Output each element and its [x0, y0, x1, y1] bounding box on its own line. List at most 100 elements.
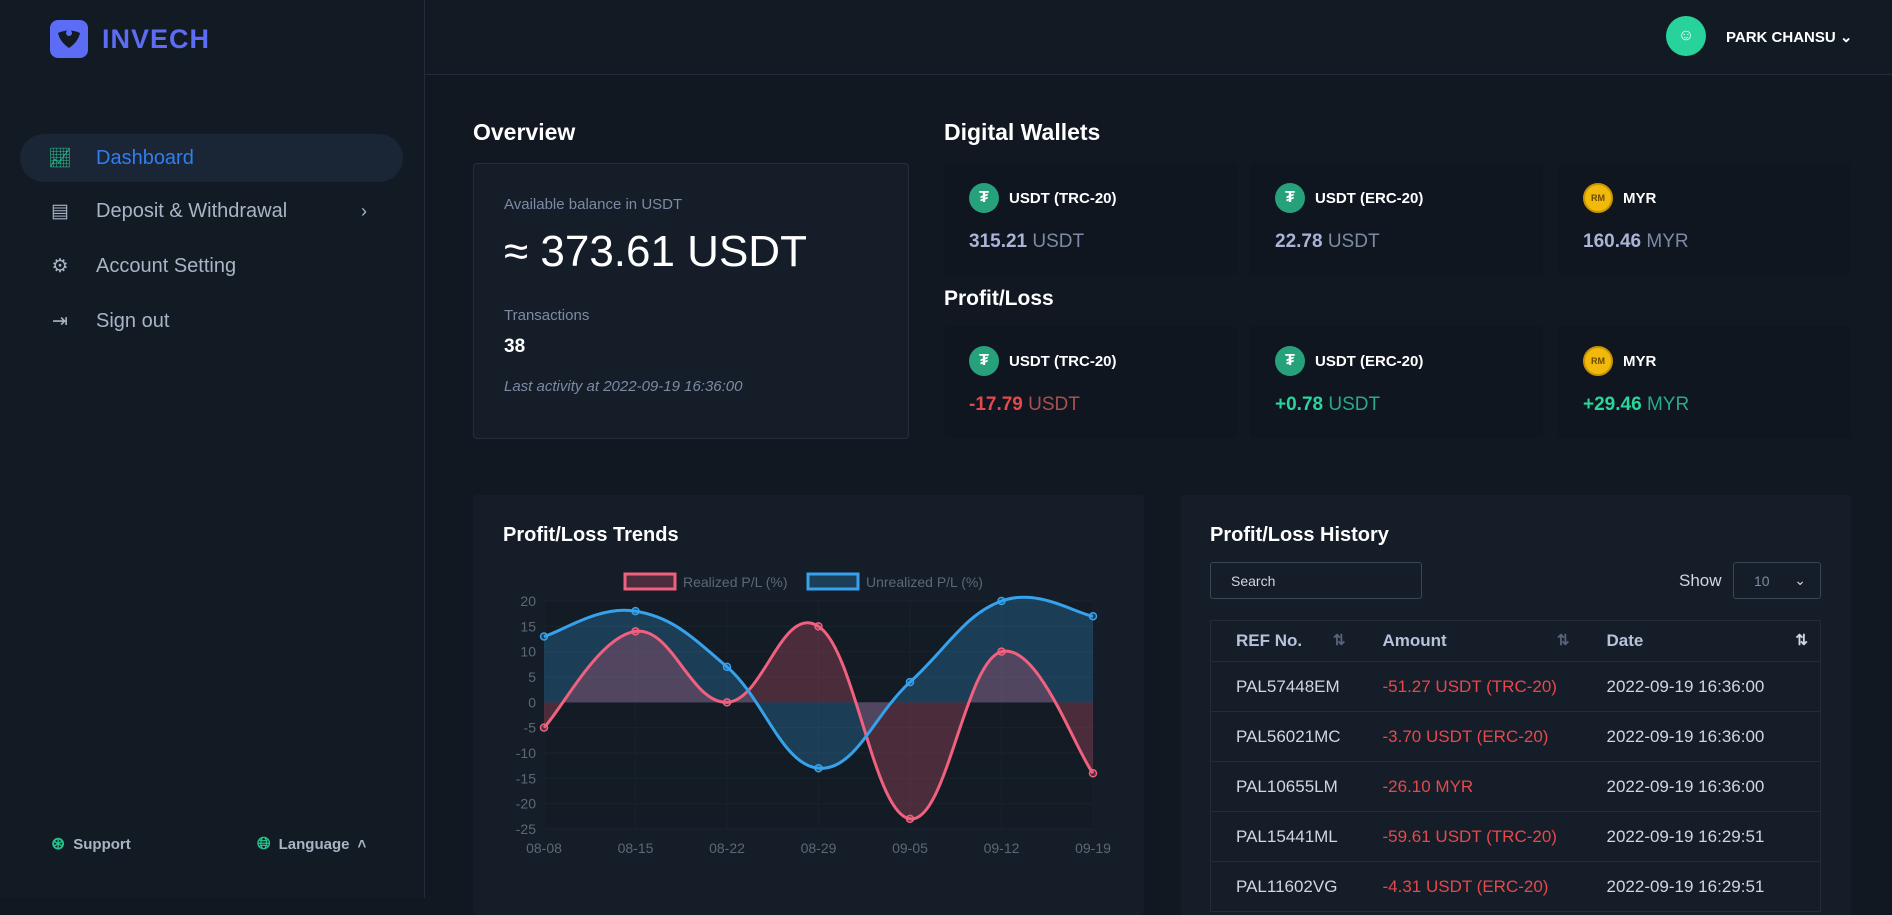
table-row[interactable]: PAL10655LM -26.10 MYR 2022-09-19 16:36:00 [1210, 761, 1821, 812]
sidebar: INVECH 📈︎ Dashboard ▤ Deposit & Withdrawal… [0, 0, 425, 898]
currency-name: MYR [1623, 189, 1657, 207]
table-row[interactable]: PAL56021MC -3.70 USDT (ERC-20) 2022-09-19 … [1210, 711, 1821, 762]
wallet-name-row: ₮ USDT (ERC-20) [1275, 346, 1518, 376]
sidebar-item-account-setting[interactable]: ⚙ Account Setting [20, 242, 403, 290]
nav-label: Sign out [96, 309, 170, 332]
data-point[interactable] [631, 627, 640, 636]
amount-unit: USDT [1327, 231, 1380, 252]
x-tick-label: 08-08 [526, 840, 562, 856]
y-tick-label: -25 [516, 821, 536, 837]
y-tick-label: -10 [516, 745, 536, 761]
data-point[interactable] [905, 814, 915, 824]
data-point[interactable] [539, 632, 549, 641]
date-cell: 2022-09-19 16:29:51 [1581, 861, 1821, 912]
data-point[interactable] [631, 606, 640, 616]
column-label: Amount [1382, 631, 1447, 650]
legend-swatch[interactable] [623, 572, 677, 591]
x-tick-label: 08-15 [618, 840, 654, 856]
amount-cell: -4.31 USDT (ERC-20) [1357, 861, 1582, 912]
tether-icon: ₮ [1275, 183, 1305, 213]
data-point[interactable] [722, 662, 732, 672]
data-point[interactable] [539, 723, 549, 732]
gear-icon: ⚙ [51, 255, 69, 277]
legend-swatch[interactable] [806, 572, 860, 591]
sort-icon: ⇅ [1556, 632, 1570, 649]
amount: -17.79 USDT [969, 394, 1212, 416]
sign-out-icon: ⇥ [52, 310, 68, 332]
column-label: Date [1606, 631, 1644, 650]
amount: 22.78 USDT [1275, 231, 1518, 253]
cash-register-icon: ▤ [51, 200, 69, 222]
balance-value: ≈ 373.61 USDT [504, 227, 807, 276]
sidebar-item-dashboard[interactable]: 📈︎ Dashboard [20, 134, 403, 182]
data-point[interactable] [997, 647, 1006, 656]
language-label: Language [278, 835, 350, 853]
support-link[interactable]: ⊛ Support [51, 834, 131, 854]
tether-icon: ₮ [1275, 346, 1305, 376]
amount-value: 160.46 [1583, 231, 1642, 252]
wallet-name-row: ₮ USDT (TRC-20) [969, 346, 1212, 376]
table-row[interactable]: PAL57448EM -51.27 USDT (TRC-20) 2022-09-19… [1210, 661, 1821, 712]
legend-label[interactable]: Realized P/L (%) [683, 574, 788, 590]
nav-label: Dashboard [96, 146, 194, 169]
amount-value: 22.78 [1275, 231, 1323, 252]
chevron-up-icon: ˄ [357, 835, 367, 853]
user-menu[interactable]: PARK CHANSU ⌄ [1726, 28, 1852, 46]
search-input[interactable] [1210, 562, 1422, 599]
history-table: REF No. ⇅ Amount ⇅ Date ⇅ PAL57448EM -51.27 … [1210, 620, 1821, 912]
column-ref[interactable]: REF No. ⇅ [1210, 620, 1358, 662]
currency-name: USDT (ERC-20) [1315, 189, 1424, 207]
page-size-select[interactable]: 10 ⌄ [1733, 562, 1821, 599]
y-tick-label: -5 [524, 720, 537, 736]
data-point[interactable] [722, 698, 732, 707]
legend-label[interactable]: Unrealized P/L (%) [866, 574, 983, 590]
overview-card: Available balance in USDT ≈ 373.61 USDT … [473, 163, 909, 439]
amount-cell: -51.27 USDT (TRC-20) [1357, 661, 1582, 712]
wallet-name-row: ₮ USDT (ERC-20) [1275, 183, 1518, 213]
y-tick-label: 10 [520, 644, 536, 660]
profit-loss-card: RM MYR +29.46 MYR [1558, 326, 1851, 438]
avatar[interactable]: ☺ [1666, 16, 1706, 56]
data-point[interactable] [814, 763, 823, 773]
language-selector[interactable]: 🌐︎ Language ˄ [257, 834, 366, 854]
amount-value: +29.46 [1583, 394, 1642, 415]
amount-cell: -59.61 USDT (TRC-20) [1357, 811, 1582, 862]
date-cell: 2022-09-19 16:36:00 [1581, 761, 1821, 812]
ref-cell: PAL10655LM [1210, 761, 1358, 812]
tether-icon: ₮ [969, 346, 999, 376]
nav-label: Account Setting [96, 254, 237, 277]
y-tick-label: -20 [516, 796, 536, 812]
table-row[interactable]: PAL15441ML -59.61 USDT (TRC-20) 2022-09-19… [1210, 811, 1821, 862]
data-point[interactable] [997, 596, 1006, 606]
last-activity: Last activity at 2022-09-19 16:36:00 [504, 378, 743, 395]
column-date[interactable]: Date ⇅ [1581, 620, 1821, 662]
x-tick-label: 08-22 [709, 840, 745, 856]
wallet-card: ₮ USDT (TRC-20) 315.21 USDT [944, 163, 1237, 275]
amount-unit: USDT [1328, 394, 1381, 415]
chevron-down-icon: ⌄ [1794, 572, 1806, 588]
column-amount[interactable]: Amount ⇅ [1357, 620, 1582, 662]
y-tick-label: -15 [516, 770, 536, 786]
amount-cell: -3.70 USDT (ERC-20) [1357, 711, 1582, 762]
data-point[interactable] [1088, 769, 1098, 778]
amount-value: +0.78 [1275, 394, 1324, 415]
lifebuoy-icon: ⊛ [51, 834, 66, 853]
transactions-count: 38 [504, 336, 526, 357]
y-tick-label: 5 [528, 669, 536, 685]
table-row[interactable]: PAL11602VG -4.31 USDT (ERC-20) 2022-09-19 … [1210, 861, 1821, 912]
ref-cell: PAL57448EM [1210, 661, 1358, 712]
ref-cell: PAL15441ML [1210, 811, 1358, 862]
sidebar-item-sign-out[interactable]: ⇥ Sign out [20, 297, 403, 345]
data-point[interactable] [814, 622, 823, 631]
profit-loss-card: ₮ USDT (ERC-20) +0.78 USDT [1250, 326, 1543, 438]
myr-coin-icon: RM [1583, 346, 1613, 376]
data-point[interactable] [905, 677, 915, 687]
logo[interactable]: INVECH [50, 20, 210, 58]
data-point[interactable] [1088, 611, 1098, 621]
globe-icon: 🌐︎ [257, 834, 271, 853]
amount-unit: MYR [1646, 231, 1689, 252]
y-tick-label: 0 [528, 694, 536, 710]
amount-value: -17.79 [969, 394, 1023, 415]
show-label: Show [1679, 571, 1722, 590]
sidebar-item-deposit-withdrawal[interactable]: ▤ Deposit & Withdrawal › [20, 187, 403, 235]
